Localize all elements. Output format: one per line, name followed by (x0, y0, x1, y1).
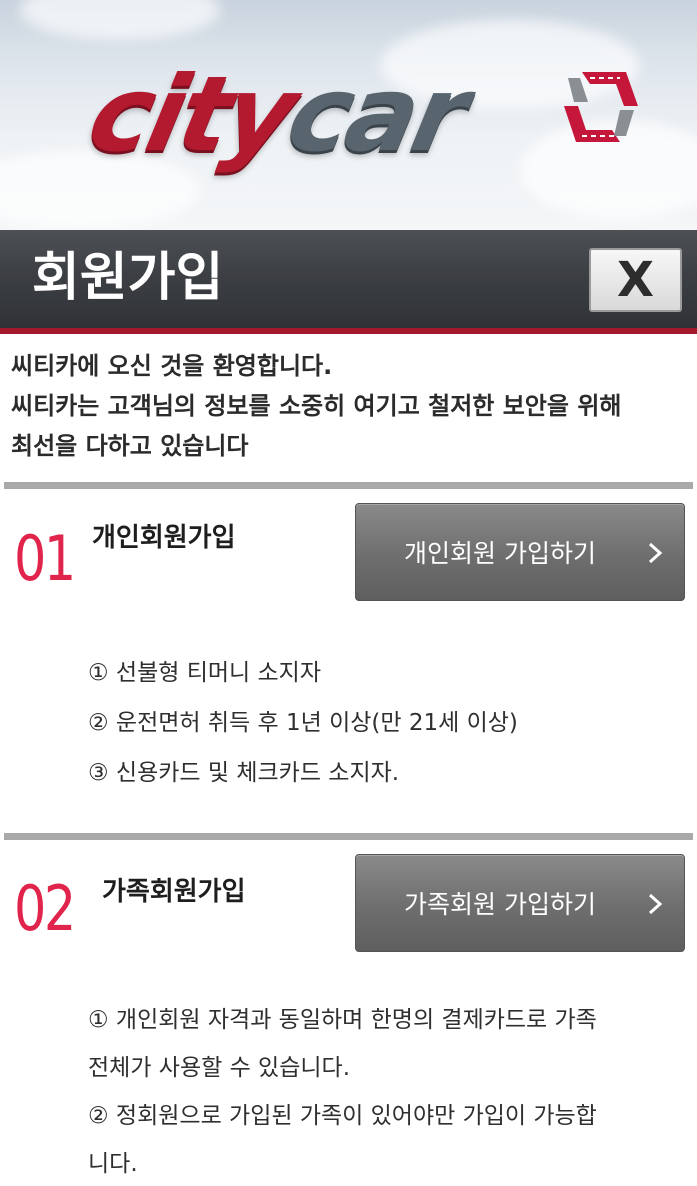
title-bar: 회원가입 X (0, 230, 697, 334)
citycar-logo: citycar (79, 53, 652, 192)
list-item: ③ 신용카드 및 체크카드 소지자. (88, 760, 400, 786)
section-title-personal: 개인회원가입 (92, 523, 236, 553)
section-divider (4, 482, 693, 489)
list-item: 전체가 사용할 수 있습니다. (88, 1055, 351, 1081)
page-title: 회원가입 (32, 248, 224, 308)
family-requirements-list: ① 개인회원 자격과 동일하며 한명의 결제카드로 가족 전체가 사용할 수 있… (88, 996, 597, 1186)
list-item: 니다. (88, 1151, 138, 1177)
button-label: 개인회원 가입하기 (404, 539, 596, 568)
logo-city-text: city (79, 53, 304, 175)
section-title-family: 가족회원가입 (102, 877, 246, 907)
chevron-right-icon (648, 893, 663, 915)
button-label: 가족회원 가입하기 (404, 890, 596, 919)
intro-line: 씨티카에 오신 것을 환영합니다. (11, 352, 333, 380)
personal-join-button[interactable]: 개인회원 가입하기 (355, 503, 685, 601)
welcome-message: 씨티카에 오신 것을 환영합니다. 씨티카는 고객님의 정보를 소중히 여기고 … (11, 346, 691, 466)
section-number: 02 (14, 872, 76, 945)
section-divider (4, 833, 693, 840)
list-item: ② 정회원으로 가입된 가족이 있어야만 가입이 가능합 (88, 1103, 597, 1129)
list-item: ① 선불형 티머니 소지자 (88, 660, 321, 686)
logo-wordmark: citycar (79, 53, 475, 175)
list-item: ① 개인회원 자격과 동일하며 한명의 결제카드로 가족 (88, 1007, 597, 1033)
section-number: 01 (14, 522, 76, 595)
close-button[interactable]: X (589, 248, 682, 312)
road-loop-icon (564, 72, 638, 142)
intro-line: 씨티카는 고객님의 정보를 소중히 여기고 철저한 보안을 위해 (11, 392, 622, 420)
logo-car-text: car (277, 53, 475, 175)
chevron-right-icon (648, 542, 663, 564)
family-join-button[interactable]: 가족회원 가입하기 (355, 854, 685, 952)
close-icon: X (616, 252, 654, 308)
personal-requirements-list: ① 선불형 티머니 소지자 ② 운전면허 취득 후 1년 이상(만 21세 이상… (88, 648, 518, 798)
intro-line: 최선을 다하고 있습니다 (11, 432, 249, 460)
list-item: ② 운전면허 취득 후 1년 이상(만 21세 이상) (88, 710, 518, 736)
logo-banner: citycar (0, 0, 697, 230)
